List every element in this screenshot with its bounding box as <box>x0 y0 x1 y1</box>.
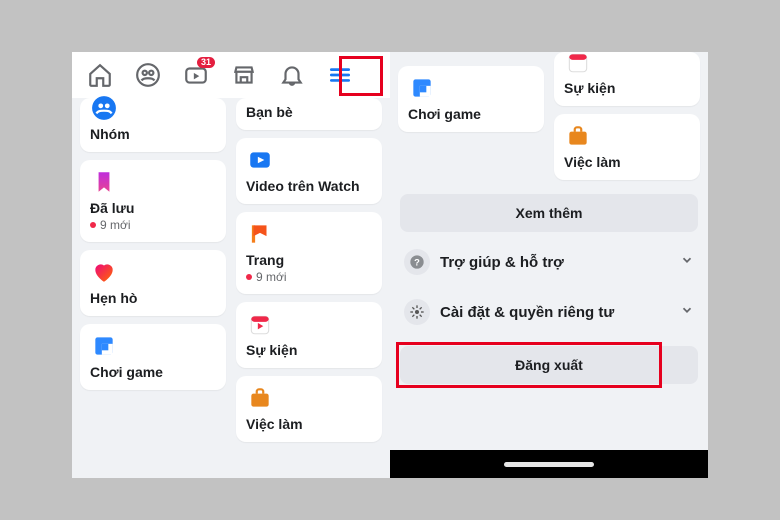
notifications-nav-icon[interactable] <box>270 55 314 95</box>
watch-nav-icon[interactable]: 31 <box>174 55 218 95</box>
top-nav: 31 <box>72 52 390 98</box>
card-label: Video trên Watch <box>246 178 372 194</box>
card-label: Trang <box>246 252 372 268</box>
card-pages[interactable]: Trang 9 mới <box>236 212 382 294</box>
help-icon: ? <box>404 249 430 275</box>
gaming-icon <box>408 74 436 102</box>
grid-col-1: Nhóm Đã lưu 9 mới Hẹn hò <box>80 98 226 478</box>
gesture-pill-icon <box>504 462 594 467</box>
right-col-1: Chơi game <box>398 52 544 180</box>
marketplace-nav-icon[interactable] <box>222 55 266 95</box>
card-gaming-r[interactable]: Chơi game <box>398 66 544 132</box>
card-label: Nhóm <box>90 126 216 142</box>
card-label: Sự kiện <box>564 80 690 96</box>
groups-icon <box>90 94 118 122</box>
dating-icon <box>90 258 118 286</box>
dot-icon <box>246 274 252 280</box>
card-watch[interactable]: Video trên Watch <box>236 138 382 204</box>
events-icon <box>246 310 274 338</box>
settings-privacy-row[interactable]: Cài đặt & quyền riêng tư <box>394 292 704 332</box>
see-more-label: Xem thêm <box>516 205 583 221</box>
menu-grid: Nhóm Đã lưu 9 mới Hẹn hò <box>72 98 390 478</box>
help-label: Trợ giúp & hỗ trợ <box>440 254 564 271</box>
jobs-icon <box>564 122 592 150</box>
right-col-2: Sự kiện Việc làm <box>554 52 700 180</box>
watch-badge: 31 <box>197 57 215 68</box>
pages-icon <box>246 220 274 248</box>
card-events[interactable]: Sự kiện <box>236 302 382 368</box>
events-icon <box>564 48 592 76</box>
right-pane: Chơi game Sự kiện Việc làm <box>390 52 708 478</box>
menu-hamburger-icon[interactable] <box>318 55 362 95</box>
card-label: Việc làm <box>564 154 690 170</box>
friends-nav-icon[interactable] <box>126 55 170 95</box>
see-more-button[interactable]: Xem thêm <box>400 194 698 232</box>
card-label: Chơi game <box>408 106 534 122</box>
card-label: Việc làm <box>246 416 372 432</box>
card-jobs[interactable]: Việc làm <box>236 376 382 442</box>
card-friends[interactable]: Bạn bè <box>236 98 382 130</box>
logout-button[interactable]: Đăng xuất <box>400 346 698 384</box>
logout-label: Đăng xuất <box>515 357 583 373</box>
card-events-r[interactable]: Sự kiện <box>554 52 700 106</box>
watch-icon <box>246 146 274 174</box>
gaming-icon <box>90 332 118 360</box>
help-support-row[interactable]: ? Trợ giúp & hỗ trợ <box>394 242 704 282</box>
saved-icon <box>90 168 118 196</box>
chevron-down-icon <box>680 253 694 271</box>
svg-text:?: ? <box>414 257 420 267</box>
card-label: Hẹn hò <box>90 290 216 306</box>
card-label: Sự kiện <box>246 342 372 358</box>
android-navbar <box>390 450 708 478</box>
gear-icon <box>404 299 430 325</box>
left-pane: 31 Nhóm <box>72 52 390 478</box>
card-sub: 9 mới <box>246 270 372 284</box>
card-jobs-r[interactable]: Việc làm <box>554 114 700 180</box>
card-saved[interactable]: Đã lưu 9 mới <box>80 160 226 242</box>
dot-icon <box>90 222 96 228</box>
card-sub: 9 mới <box>90 218 216 232</box>
card-label: Chơi game <box>90 364 216 380</box>
card-groups[interactable]: Nhóm <box>80 98 226 152</box>
jobs-icon <box>246 384 274 412</box>
card-dating[interactable]: Hẹn hò <box>80 250 226 316</box>
card-label: Đã lưu <box>90 200 216 216</box>
chevron-down-icon <box>680 303 694 321</box>
card-gaming[interactable]: Chơi game <box>80 324 226 390</box>
card-label: Bạn bè <box>246 104 372 120</box>
settings-label: Cài đặt & quyền riêng tư <box>440 304 614 321</box>
grid-col-2: Bạn bè Video trên Watch Trang 9 mới <box>236 98 382 478</box>
home-icon[interactable] <box>78 55 122 95</box>
